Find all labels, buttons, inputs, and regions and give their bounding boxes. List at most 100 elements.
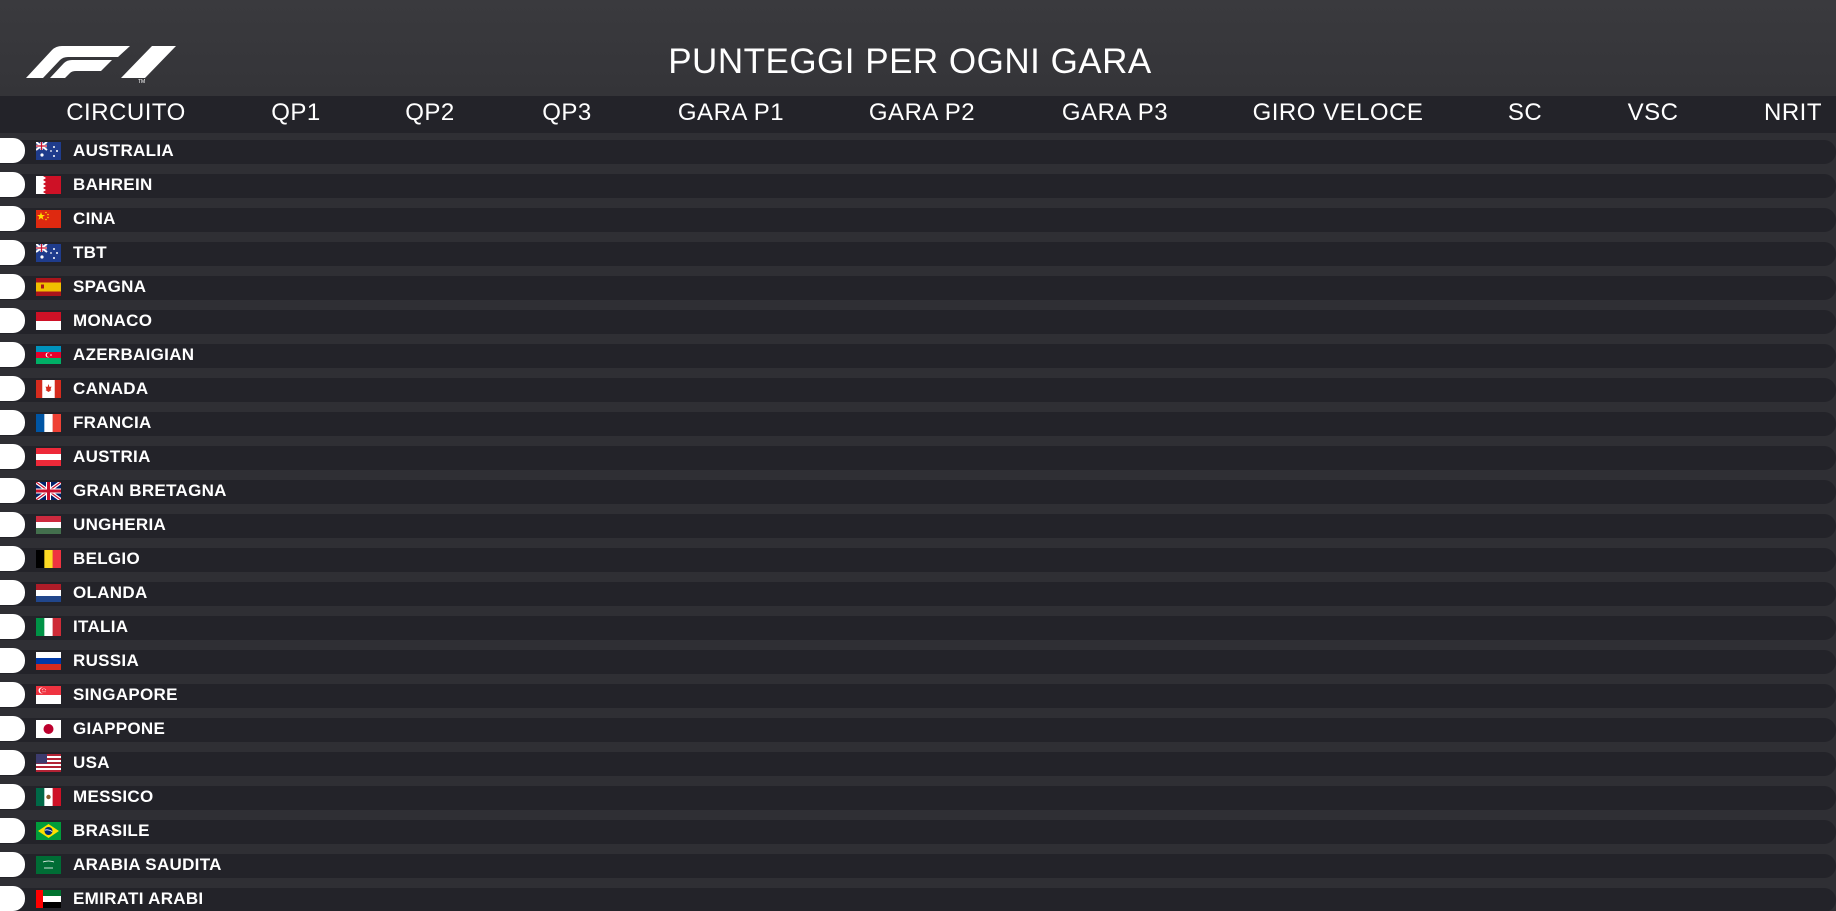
flag-az-icon [36, 346, 61, 364]
circuit-name: BELGIO [73, 549, 140, 568]
flag-sg-icon [36, 686, 61, 704]
row-position-tab [0, 240, 25, 265]
circuit-row: BAHREIN [0, 172, 1836, 206]
column-header-vsc: VSC [1627, 99, 1679, 126]
row-position-tab [0, 444, 25, 469]
row-position-tab [0, 750, 25, 775]
circuit-name: SINGAPORE [73, 685, 178, 704]
row-bar [0, 548, 1836, 572]
circuit-name: MONACO [73, 311, 153, 330]
column-header-circuito: CIRCUITO [66, 99, 186, 126]
circuit-name: OLANDA [73, 583, 148, 602]
circuit-row: TBT [0, 240, 1836, 274]
row-bar [0, 514, 1836, 538]
circuit-name: USA [73, 753, 110, 772]
row-position-tab [0, 682, 25, 707]
circuit-list: AUSTRALIA BAHREIN CINA TBT SPAGNA MONACO… [0, 138, 1836, 911]
circuit-row: CINA [0, 206, 1836, 240]
row-position-tab [0, 172, 25, 197]
flag-us-icon [36, 754, 61, 772]
circuit-row: AUSTRIA [0, 444, 1836, 478]
row-bar [0, 446, 1836, 470]
row-bar [0, 616, 1836, 640]
flag-au-icon [36, 244, 61, 262]
circuit-row: EMIRATI ARABI [0, 886, 1836, 911]
page-title: PUNTEGGI PER OGNI GARA [668, 42, 1152, 81]
flag-it-icon [36, 618, 61, 636]
row-position-tab [0, 138, 25, 163]
circuit-row: OLANDA [0, 580, 1836, 614]
circuit-name: SPAGNA [73, 277, 147, 296]
row-bar [0, 242, 1836, 266]
circuit-name: MESSICO [73, 787, 154, 806]
column-header-sc: SC [1507, 99, 1543, 126]
circuit-name: GIAPPONE [73, 719, 166, 738]
row-bar [0, 786, 1836, 810]
circuit-name: UNGHERIA [73, 515, 167, 534]
flag-es-icon [36, 278, 61, 296]
circuit-row: RUSSIA [0, 648, 1836, 682]
circuit-row: AUSTRALIA [0, 138, 1836, 172]
column-header-bar: CIRCUITO QP1 QP2 QP3 GARA P1 GARA P2 GARA P3 GI… [0, 96, 1836, 133]
column-header-giro-veloce: GIRO VELOCE [1252, 99, 1424, 126]
row-position-tab [0, 342, 25, 367]
circuit-row: ITALIA [0, 614, 1836, 648]
row-bar [0, 378, 1836, 402]
flag-mx-icon [36, 788, 61, 806]
column-header-gara-p3: GARA P3 [1061, 99, 1169, 126]
circuit-name: BRASILE [73, 821, 150, 840]
row-bar [0, 208, 1836, 232]
column-header-gara-p1: GARA P1 [677, 99, 785, 126]
row-position-tab [0, 546, 25, 571]
row-position-tab [0, 512, 25, 537]
circuit-name: AUSTRALIA [73, 141, 174, 160]
flag-fr-icon [36, 414, 61, 432]
flag-br-icon [36, 822, 61, 840]
circuit-name: EMIRATI ARABI [73, 889, 204, 908]
row-bar [0, 718, 1836, 742]
flag-cn-icon [36, 210, 61, 228]
column-header-nrit: NRIT [1764, 99, 1822, 126]
circuit-name: CINA [73, 209, 116, 228]
row-position-tab [0, 206, 25, 231]
row-bar [0, 480, 1836, 504]
row-position-tab [0, 818, 25, 843]
flag-mc-icon [36, 312, 61, 330]
flag-au-icon [36, 142, 61, 160]
row-position-tab [0, 648, 25, 673]
column-header-gara-p2: GARA P2 [868, 99, 976, 126]
flag-sa-icon [36, 856, 61, 874]
row-bar [0, 276, 1836, 300]
circuit-row: GIAPPONE [0, 716, 1836, 750]
row-bar [0, 684, 1836, 708]
circuit-name: ARABIA SAUDITA [73, 855, 222, 874]
row-position-tab [0, 274, 25, 299]
row-bar [0, 310, 1836, 334]
flag-ru-icon [36, 652, 61, 670]
row-bar [0, 344, 1836, 368]
row-position-tab [0, 886, 25, 911]
circuit-name: RUSSIA [73, 651, 140, 670]
column-header-qp2: QP2 [405, 99, 455, 126]
row-bar [0, 174, 1836, 198]
flag-ae-icon [36, 890, 61, 908]
flag-jp-icon [36, 720, 61, 738]
circuit-row: AZERBAIGIAN [0, 342, 1836, 376]
flag-gb-icon [36, 482, 61, 500]
circuit-row: ARABIA SAUDITA [0, 852, 1836, 886]
row-position-tab [0, 580, 25, 605]
row-bar [0, 650, 1836, 674]
circuit-row: FRANCIA [0, 410, 1836, 444]
flag-be-icon [36, 550, 61, 568]
circuit-row: MONACO [0, 308, 1836, 342]
circuit-row: MESSICO [0, 784, 1836, 818]
row-bar [0, 412, 1836, 436]
flag-bh-icon [36, 176, 61, 194]
row-position-tab [0, 410, 25, 435]
circuit-name: AZERBAIGIAN [73, 345, 195, 364]
circuit-name: AUSTRIA [73, 447, 151, 466]
row-bar [0, 820, 1836, 844]
row-bar [0, 888, 1836, 911]
circuit-name: BAHREIN [73, 175, 153, 194]
circuit-name: ITALIA [73, 617, 129, 636]
